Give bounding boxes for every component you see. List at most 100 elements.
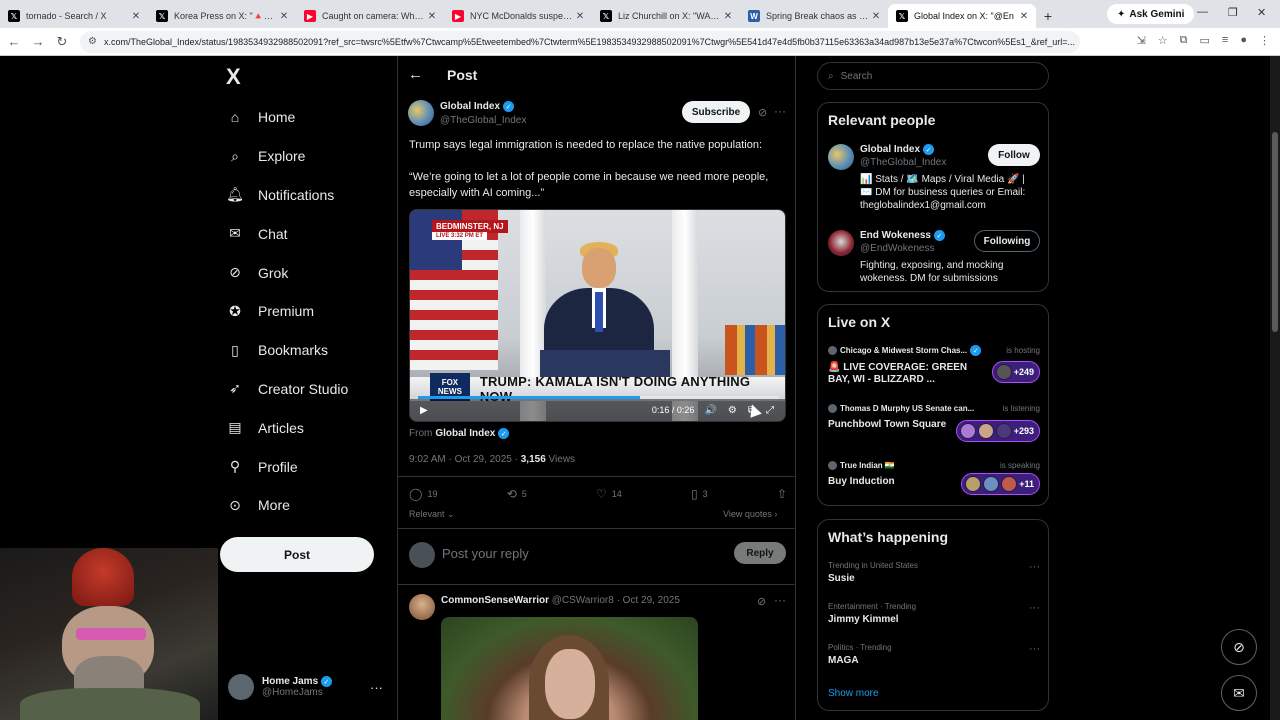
new-tab-button[interactable]: + (1036, 4, 1060, 28)
trend-item[interactable]: Trending in United States Susie ··· (828, 561, 1040, 584)
more-options-icon[interactable]: ··· (1029, 643, 1040, 655)
more-options-icon[interactable]: ··· (1029, 561, 1040, 573)
browser-toolbar: ← → ↻ ⚙ x.com/TheGlobal_Index/status/198… (0, 28, 1280, 56)
author-handle[interactable]: @TheGlobal_Index (440, 115, 526, 126)
profile-avatar-icon[interactable]: ● (1240, 34, 1247, 47)
settings-icon[interactable]: ⚙ (728, 405, 737, 416)
reply-input[interactable]: Post your reply (442, 546, 529, 561)
comment-image[interactable] (441, 617, 698, 720)
reply-action[interactable]: ◯ 19 (409, 487, 437, 501)
browser-tab[interactable]: 𝕏 Korea Press on X: "🔺🔺🔺 ✕ (148, 4, 296, 28)
avatar[interactable] (408, 100, 434, 126)
avatar[interactable] (828, 230, 854, 256)
volume-icon[interactable]: 🔊 (704, 405, 716, 416)
back-arrow-icon[interactable]: ← (408, 66, 423, 83)
from-author-link[interactable]: Global Index (435, 428, 495, 439)
ask-gemini-button[interactable]: ✦ Ask Gemini (1107, 4, 1195, 24)
close-tab-icon[interactable]: ✕ (1018, 11, 1030, 22)
person-handle[interactable]: @TheGlobal_Index (860, 157, 946, 168)
close-window-icon[interactable]: ✕ (1257, 6, 1266, 19)
address-bar[interactable]: ⚙ x.com/TheGlobal_Index/status/198353493… (80, 31, 1080, 53)
grok-icon[interactable]: ⊘ (757, 595, 766, 608)
view-quotes-link[interactable]: View quotes › (723, 509, 777, 519)
live-space[interactable]: Chicago & Midwest Storm Chas... ✓ is hosti… (828, 345, 1040, 386)
browser-tab[interactable]: 𝕏 Liz Churchill on X: "WAR CRI✕ (592, 4, 740, 28)
nav-item-chat[interactable]: ✉ Chat (226, 214, 348, 253)
browser-tab[interactable]: ▶ NYC McDonalds suspects in ✕ (444, 4, 592, 28)
person-name[interactable]: Global Index ✓ (860, 144, 935, 155)
fullscreen-icon[interactable]: ⤢ (766, 405, 774, 416)
author-name[interactable]: Global Index ✓ (440, 101, 515, 112)
close-tab-icon[interactable]: ✕ (722, 11, 734, 22)
browser-tab[interactable]: 𝕏 Global Index on X: "@En ✕ (888, 4, 1036, 28)
nav-item-premium[interactable]: ✪ Premium (226, 292, 348, 331)
more-options-icon[interactable]: ··· (774, 104, 786, 118)
avatar[interactable] (828, 144, 854, 170)
person-handle[interactable]: @EndWokeness (860, 243, 934, 254)
comment-date[interactable]: · Oct 29, 2025 (617, 595, 680, 606)
trend-item[interactable]: Entertainment · Trending Jimmy Kimmel ··… (828, 602, 1040, 625)
nav-item-home[interactable]: ⌂ Home (226, 98, 348, 137)
nav-item-profile[interactable]: ⚲ Profile (226, 447, 348, 486)
account-more-icon[interactable]: ··· (370, 680, 383, 695)
messages-fab-icon[interactable]: ✉ (1221, 675, 1257, 711)
comment-author-handle[interactable]: @CSWarrior8 (552, 595, 614, 606)
reload-icon[interactable]: ↻ (50, 34, 74, 50)
browser-menu-icon[interactable]: ⋮ (1259, 34, 1270, 47)
share-action[interactable]: ⇧ (777, 487, 787, 501)
nav-item-articles[interactable]: ▤ Articles (226, 408, 348, 447)
comment-author-name[interactable]: CommonSenseWarrior (441, 595, 549, 606)
browser-tab[interactable]: W Spring Break chaos as FIVE s✕ (740, 4, 888, 28)
close-tab-icon[interactable]: ✕ (574, 11, 586, 22)
more-options-icon[interactable]: ··· (774, 593, 786, 607)
browser-tab[interactable]: 𝕏tornado - Search / X ✕ (0, 4, 148, 28)
browser-tab[interactable]: ▶ Caught on camera: Whatabu ✕ (296, 4, 444, 28)
post-button[interactable]: Post (220, 537, 374, 572)
more-options-icon[interactable]: ··· (1029, 602, 1040, 614)
live-space[interactable]: True Indian 🇮🇳 is speaking Buy Induction … (828, 461, 1040, 495)
account-handle: @HomeJams (262, 687, 323, 699)
like-action[interactable]: ♡ 14 (596, 487, 622, 501)
extensions-icon[interactable]: ⧉ (1180, 34, 1188, 47)
nav-item-creator-studio[interactable]: ➶ Creator Studio (226, 370, 348, 409)
account-switcher[interactable]: Home Jams ✓ @HomeJams (228, 674, 332, 700)
following-button[interactable]: Following (974, 230, 1040, 252)
maximize-icon[interactable]: ❐ (1228, 6, 1238, 19)
nav-item-grok[interactable]: ⊘ Grok (226, 253, 348, 292)
nav-item-more[interactable]: ⊙ More (226, 486, 348, 525)
close-tab-icon[interactable]: ✕ (870, 11, 882, 22)
repost-action[interactable]: ⟲ 5 (507, 487, 527, 501)
close-tab-icon[interactable]: ✕ (130, 11, 142, 22)
forward-arrow-icon[interactable]: → (26, 34, 50, 49)
follow-button[interactable]: Follow (988, 144, 1040, 166)
grok-fab-icon[interactable]: ⊘ (1221, 629, 1257, 665)
nav-item-explore[interactable]: ⌕ Explore (226, 137, 348, 176)
bookmark-star-icon[interactable]: ☆ (1158, 34, 1168, 47)
nav-item-notifications[interactable]: 🔔︎ Notifications (226, 176, 348, 215)
reply-sort-dropdown[interactable]: Relevant ⌄ (409, 509, 455, 520)
close-tab-icon[interactable]: ✕ (278, 11, 290, 22)
play-icon[interactable]: ▶ (420, 405, 428, 416)
close-tab-icon[interactable]: ✕ (426, 11, 438, 22)
subscribe-button[interactable]: Subscribe (682, 101, 750, 123)
search-input[interactable]: ⌕ Search (817, 62, 1049, 90)
install-app-icon[interactable]: ⇲ (1137, 34, 1146, 47)
media-control-icon[interactable]: ≡ (1222, 34, 1228, 47)
x-logo[interactable]: X (226, 64, 241, 90)
avatar[interactable] (409, 594, 435, 620)
grok-icon[interactable]: ⊘ (758, 106, 767, 119)
video-player[interactable]: BEDMINSTER, NJ LIVE 3:32 PM ET FOX NEWS … (409, 209, 786, 422)
reply-button[interactable]: Reply (734, 542, 786, 564)
page-scrollbar[interactable] (1270, 56, 1280, 720)
sidebar-icon[interactable]: ▭ (1200, 34, 1210, 47)
bookmark-action[interactable]: ▯ 3 (691, 487, 708, 501)
live-space[interactable]: Thomas D Murphy US Senate can... is liste… (828, 404, 1040, 442)
minimize-icon[interactable]: — (1197, 6, 1208, 18)
back-arrow-icon[interactable]: ← (2, 34, 26, 49)
site-info-icon[interactable]: ⚙ (88, 36, 97, 47)
show-more-link[interactable]: Show more (828, 688, 879, 699)
nav-item-bookmarks[interactable]: ▯ Bookmarks (226, 331, 348, 370)
post-timestamp[interactable]: 9:02 AM · Oct 29, 2025 · (409, 454, 518, 465)
trend-item[interactable]: Politics · Trending MAGA ··· (828, 643, 1040, 666)
person-name[interactable]: End Wokeness ✓ (860, 230, 945, 241)
